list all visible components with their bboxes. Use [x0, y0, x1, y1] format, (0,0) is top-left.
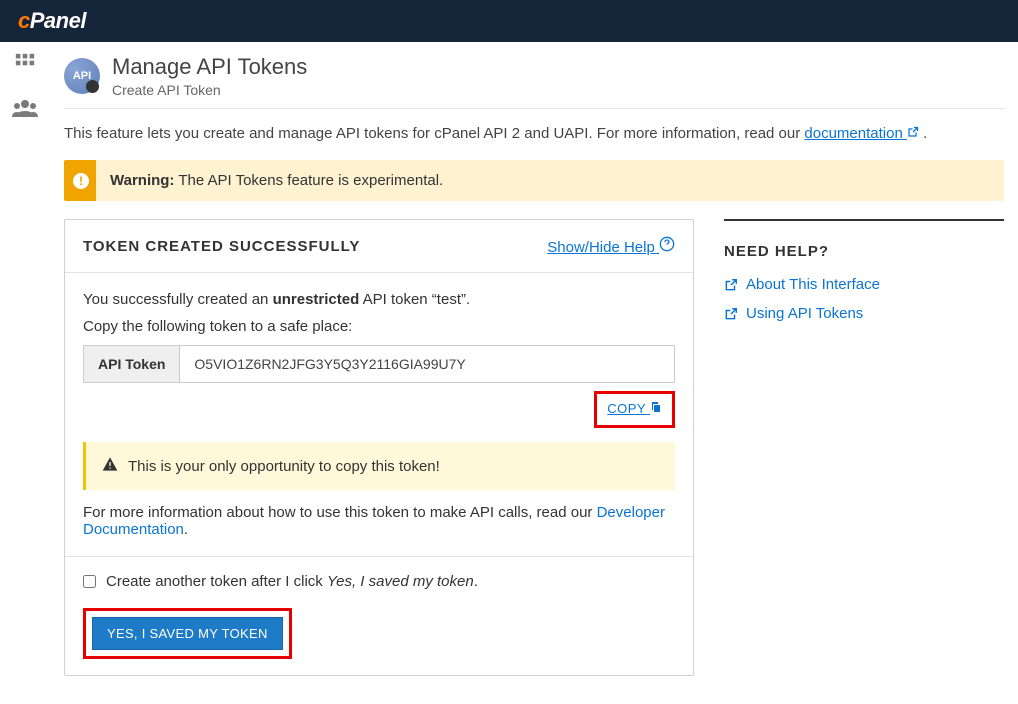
copy-highlight: COPY [594, 391, 675, 428]
intro-prefix: This feature lets you create and manage … [64, 125, 804, 142]
brand-rest: Panel [30, 8, 86, 33]
intro-suffix: . [919, 125, 927, 142]
external-link-icon [724, 307, 738, 321]
grid-icon[interactable] [14, 52, 36, 78]
page-title: Manage API Tokens [112, 54, 307, 80]
api-icon: API [64, 58, 100, 94]
token-field: API Token O5VIO1Z6RN2JFG3Y5Q3Y2116GIA99U… [83, 345, 675, 383]
using-api-tokens-link[interactable]: Using API Tokens [724, 305, 1004, 322]
create-another-checkbox[interactable] [83, 575, 96, 588]
yes-button-highlight: YES, I SAVED MY TOKEN [83, 608, 292, 659]
page-header: API Manage API Tokens Create API Token [64, 50, 1004, 108]
brand-logo: cPanel [18, 8, 86, 34]
help-sidebar: NEED HELP? About This Interface Using AP… [724, 219, 1004, 676]
about-interface-link[interactable]: About This Interface [724, 276, 1004, 293]
one-time-callout: This is your only opportunity to copy th… [83, 442, 675, 490]
show-hide-help-link[interactable]: Show/Hide Help [547, 236, 675, 256]
token-card: TOKEN CREATED SUCCESSFULLY Show/Hide Hel… [64, 219, 694, 676]
checkbox-label: Create another token after I click Yes, … [106, 573, 478, 590]
warning-label: Warning: [110, 172, 174, 189]
success-message: You successfully created an unrestricted… [83, 291, 675, 308]
callout-text: This is your only opportunity to copy th… [128, 458, 440, 475]
intro-text: This feature lets you create and manage … [64, 125, 1004, 142]
warning-text: The API Tokens feature is experimental. [174, 172, 443, 189]
yes-saved-button[interactable]: YES, I SAVED MY TOKEN [92, 617, 283, 650]
token-value: O5VIO1Z6RN2JFG3Y5Q3Y2116GIA99U7Y [180, 346, 674, 382]
copy-button[interactable]: COPY [607, 401, 662, 416]
sidebar-title: NEED HELP? [724, 219, 1004, 260]
warning-banner: Warning: The API Tokens feature is exper… [64, 160, 1004, 201]
users-icon[interactable] [12, 98, 38, 122]
top-bar: cPanel [0, 0, 1018, 42]
brand-prefix: c [18, 8, 30, 33]
card-title: TOKEN CREATED SUCCESSFULLY [83, 238, 360, 255]
page-subtitle: Create API Token [112, 82, 307, 98]
external-link-icon [724, 278, 738, 292]
header-divider [64, 108, 1004, 109]
copy-instruction: Copy the following token to a safe place… [83, 318, 675, 335]
documentation-link[interactable]: documentation [804, 125, 919, 142]
side-nav [0, 42, 50, 704]
token-label: API Token [84, 346, 180, 382]
create-another-row: Create another token after I click Yes, … [83, 573, 675, 590]
warning-triangle-icon [102, 456, 118, 476]
developer-doc-text: For more information about how to use th… [83, 504, 675, 538]
